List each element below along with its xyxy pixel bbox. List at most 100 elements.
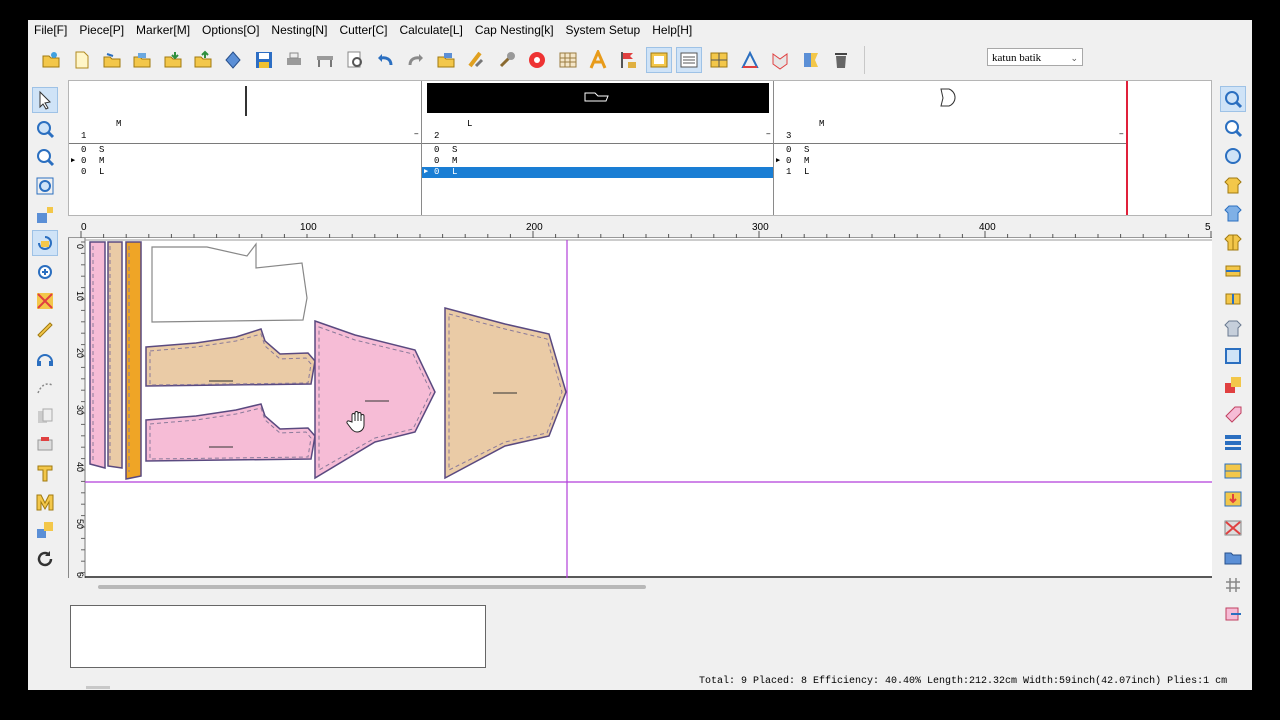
ruler-label: 100	[300, 222, 317, 233]
magnify-icon[interactable]	[32, 259, 58, 285]
piece-cell[interactable]: M 1 – 0S ▶ 0 M 0L	[69, 81, 422, 215]
ruler-label: 400	[979, 222, 996, 233]
zoom-in-icon[interactable]	[1220, 115, 1246, 141]
unplaced-piece-outline[interactable]	[151, 242, 308, 323]
status-text: Total: 9 Placed: 8 Efficiency: 40.40% Le…	[699, 676, 1228, 687]
menu-calculate[interactable]: Calculate[L]	[393, 20, 468, 40]
menu-nesting[interactable]: Nesting[N]	[265, 20, 333, 40]
menu-cap-nesting[interactable]: Cap Nesting[k]	[469, 20, 560, 40]
grid-icon[interactable]	[555, 47, 581, 73]
menu-piece[interactable]: Piece[P]	[73, 20, 130, 40]
m-tool-icon[interactable]	[32, 489, 58, 515]
zoom-fit-icon[interactable]	[1220, 86, 1246, 112]
vertical-ruler-label: 30	[75, 405, 85, 415]
layer-down-icon[interactable]	[1220, 486, 1246, 512]
menu-system-setup[interactable]: System Setup	[560, 20, 647, 40]
wrench-icon[interactable]	[494, 47, 520, 73]
fold-left-icon[interactable]	[1220, 258, 1246, 284]
ruler-icon[interactable]	[32, 317, 58, 343]
paste-icon[interactable]	[32, 431, 58, 457]
layers-icon[interactable]	[1220, 429, 1246, 455]
layer-cross-icon[interactable]	[1220, 515, 1246, 541]
pointer-icon[interactable]	[32, 87, 58, 113]
preview-icon[interactable]	[342, 47, 368, 73]
vertical-ruler-label: 40	[75, 462, 85, 472]
rotate-pieces-icon[interactable]	[32, 230, 58, 257]
open-folder-icon[interactable]	[38, 47, 64, 73]
rect-icon[interactable]	[1220, 343, 1246, 369]
size-row[interactable]: ▶ 0 M	[774, 156, 1126, 167]
measure-icon[interactable]	[737, 47, 763, 73]
gem-icon[interactable]	[220, 47, 246, 73]
plot-icon[interactable]	[312, 47, 338, 73]
resize-grip[interactable]	[86, 686, 110, 689]
menu-help[interactable]: Help[H]	[646, 20, 698, 40]
zoom-window-icon[interactable]	[32, 116, 58, 142]
shirt-gray-icon[interactable]	[1220, 315, 1246, 341]
menu-marker[interactable]: Marker[M]	[130, 20, 196, 40]
table-icon[interactable]	[706, 47, 732, 73]
save-icon[interactable]	[251, 47, 277, 73]
flag-icon[interactable]	[615, 47, 641, 73]
zoom-in-icon[interactable]	[32, 144, 58, 170]
size-row[interactable]: 0S	[774, 145, 1126, 156]
split-icon[interactable]	[767, 47, 793, 73]
piece-copy-icon[interactable]	[32, 403, 58, 429]
marker-canvas[interactable]: 0 10 20 30 40 50 60	[68, 238, 1212, 578]
placed-piece-strip-pink[interactable]	[89, 241, 106, 469]
piece-cell-selected[interactable]: L 2 – 0S 0M ▶ 0 L	[422, 81, 774, 215]
fabric-select[interactable]: katun batik ⌄	[987, 48, 1083, 66]
tools-icon[interactable]	[463, 47, 489, 73]
menu-file[interactable]: File[F]	[28, 20, 73, 40]
size-row[interactable]: 0S	[69, 145, 421, 156]
curve-icon[interactable]	[32, 374, 58, 400]
menu-cutter[interactable]: Cutter[C]	[333, 20, 393, 40]
undo-icon[interactable]	[372, 47, 398, 73]
delete-icon[interactable]	[828, 47, 854, 73]
zoom-out-icon[interactable]	[1220, 143, 1246, 169]
ruler-label: 0	[81, 222, 87, 233]
stack-icon[interactable]	[1220, 372, 1246, 398]
marker-view-icon[interactable]	[645, 47, 672, 73]
placed-piece-strip-orange[interactable]	[125, 241, 142, 480]
move-pieces-icon[interactable]	[32, 202, 58, 228]
zoom-fit-icon[interactable]	[32, 173, 58, 199]
print-icon[interactable]	[281, 47, 307, 73]
piece-flip-icon[interactable]	[798, 47, 824, 73]
list-view-icon[interactable]	[676, 47, 703, 73]
placed-piece-front-tan[interactable]	[145, 328, 316, 387]
disk-icon[interactable]	[524, 47, 550, 73]
folder-icon[interactable]	[1220, 544, 1246, 570]
open-style-icon[interactable]	[129, 47, 155, 73]
merge-icon[interactable]	[32, 517, 58, 543]
shirt-front-icon[interactable]	[1220, 229, 1246, 255]
open-marker-icon[interactable]	[99, 47, 125, 73]
import-icon[interactable]	[160, 47, 186, 73]
headphones-icon[interactable]	[32, 345, 58, 371]
t-tool-icon[interactable]	[32, 460, 58, 486]
shirt-blue-icon[interactable]	[1220, 200, 1246, 226]
size-row[interactable]: 1L	[774, 167, 1126, 178]
text-icon[interactable]	[585, 47, 611, 73]
fold-icon[interactable]	[433, 47, 459, 73]
cross-icon[interactable]	[32, 288, 58, 314]
refresh-icon[interactable]	[32, 546, 58, 572]
size-row-selected[interactable]: ▶ 0 L	[422, 167, 773, 178]
size-row[interactable]: 0M	[422, 156, 773, 167]
size-row[interactable]: ▶ 0 M	[69, 156, 421, 167]
piece-dash: –	[765, 129, 771, 139]
redo-icon[interactable]	[403, 47, 429, 73]
piece-cell[interactable]: M 3 – 0S ▶ 0 M 1L	[774, 81, 1126, 215]
menu-options[interactable]: Options[O]	[196, 20, 265, 40]
size-row[interactable]: 0L	[69, 167, 421, 178]
layer-select-icon[interactable]	[1220, 458, 1246, 484]
hash-icon[interactable]	[1220, 572, 1246, 598]
shirt-yellow-icon[interactable]	[1220, 172, 1246, 198]
horizontal-scrollbar[interactable]	[98, 585, 646, 589]
export-icon[interactable]	[190, 47, 216, 73]
fold-right-icon[interactable]	[1220, 286, 1246, 312]
new-file-icon[interactable]	[69, 47, 95, 73]
size-row[interactable]: 0S	[422, 145, 773, 156]
tag-icon[interactable]	[1220, 401, 1246, 427]
swap-icon[interactable]	[1220, 601, 1246, 627]
